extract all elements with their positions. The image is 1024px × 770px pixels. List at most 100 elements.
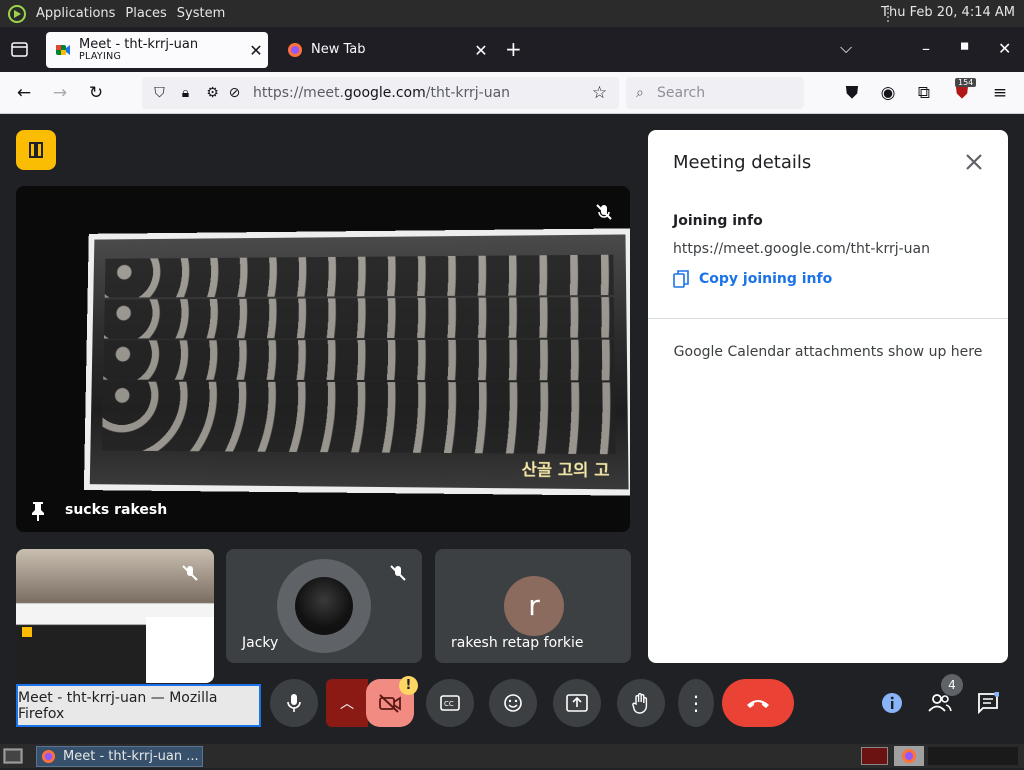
firefox-icon (41, 749, 56, 764)
photo-row (104, 297, 615, 339)
participant-name: sucks rakesh (65, 502, 168, 518)
chat-icon (978, 692, 999, 714)
mini-room-button (22, 627, 32, 637)
tab-list-icon[interactable] (11, 42, 28, 57)
tab-title: New Tab (311, 42, 366, 58)
more-vert-icon: ⋮ (686, 691, 706, 715)
workspace-empty[interactable] (928, 747, 1018, 765)
taskbar-window-firefox[interactable]: Meet - tht-krrj-uan ... (36, 746, 203, 767)
panel-title: Meeting details (673, 152, 812, 173)
meeting-details-button[interactable] (868, 679, 916, 727)
captions-button[interactable]: CC (426, 679, 474, 727)
gnome-logo-icon[interactable] (7, 4, 27, 24)
photo-row (101, 381, 616, 455)
camera-warning-badge: ! (399, 676, 418, 695)
participant-name: Jacky (242, 635, 279, 651)
firefox-icon (288, 43, 302, 57)
mic-off-icon (390, 565, 406, 581)
tab-bar: Meet - tht-krrj-uan PLAYING ✕ New Tab ✕ … (0, 27, 1024, 72)
people-count-badge: 4 (941, 674, 963, 696)
copy-joining-info-button[interactable]: Copy joining info (673, 270, 832, 288)
extension-badge: 154 (955, 78, 977, 87)
url-text[interactable]: https://meet.google.com/tht-krrj-uan (253, 85, 510, 101)
camera-off-icon (379, 694, 401, 713)
camera-options-button[interactable]: ︿ (326, 679, 368, 727)
mic-button[interactable] (270, 679, 318, 727)
chevron-down-icon[interactable]: ⌵ (840, 38, 852, 58)
extensions-icon[interactable]: ⧉ (912, 81, 936, 105)
tab-close-button[interactable]: ✕ (244, 41, 268, 60)
pocket-icon[interactable]: ⛊ (840, 81, 864, 105)
search-input[interactable]: ⌕ Search (626, 77, 804, 109)
emoji-button[interactable] (489, 679, 537, 727)
end-call-icon (747, 700, 769, 708)
show-desktop-icon[interactable] (3, 748, 23, 764)
more-options-button[interactable]: ⋮ (678, 679, 714, 727)
copy-icon (673, 270, 689, 288)
menu-system[interactable]: System (172, 6, 230, 21)
top-panel: Applications Places System Thu Feb 20, 4… (0, 0, 1024, 27)
close-icon[interactable] (962, 150, 986, 174)
shield-icon[interactable]: ⛉ (151, 85, 168, 102)
reload-button[interactable]: ↻ (84, 81, 108, 105)
account-icon[interactable]: ◉ (876, 81, 900, 105)
copy-label: Copy joining info (699, 271, 833, 287)
mic-icon (287, 694, 301, 712)
tab-new-tab[interactable]: New Tab ✕ (278, 32, 493, 68)
present-button[interactable] (553, 679, 601, 727)
chevron-up-icon: ︿ (340, 696, 354, 712)
shared-video-image: 산골 고의 고 (83, 228, 630, 496)
menu-places[interactable]: Places (120, 6, 171, 21)
screen-share-tile[interactable] (16, 549, 214, 683)
mic-off-icon (596, 204, 612, 220)
tab-close-button[interactable]: ✕ (469, 41, 493, 60)
workspace-indicator[interactable] (861, 747, 888, 765)
bookmark-star-icon[interactable]: ☆ (591, 85, 608, 102)
hand-icon (632, 693, 648, 714)
room-button[interactable] (16, 130, 56, 170)
joining-link: https://meet.google.com/tht-krrj-uan (673, 241, 931, 257)
avatar (277, 559, 371, 653)
workspace-switcher[interactable] (894, 746, 924, 766)
emoji-icon (504, 694, 522, 712)
raise-hand-button[interactable] (617, 679, 665, 727)
panel-clock[interactable]: Thu Feb 20, 4:14 AM (881, 5, 1015, 20)
present-screen-icon (566, 694, 588, 712)
main-video-tile[interactable]: 산골 고의 고 sucks rakesh (16, 186, 630, 532)
participant-name: rakesh retap forkie (451, 635, 584, 651)
pin-icon[interactable] (30, 500, 46, 522)
calendar-note: Google Calendar attachments show up here (673, 344, 983, 360)
firefox-icon (902, 749, 916, 763)
photo-row (103, 339, 615, 381)
back-button[interactable]: ← (12, 81, 36, 105)
camera-blocked-icon[interactable]: ⊘ (226, 85, 243, 102)
bottom-taskbar: Meet - tht-krrj-uan ... (0, 744, 1024, 768)
minimize-button[interactable]: – (922, 39, 930, 58)
close-window-button[interactable]: ✕ (998, 39, 1011, 58)
forward-button[interactable]: → (48, 81, 72, 105)
menu-icon[interactable]: ≡ (988, 81, 1012, 105)
svg-text:CC: CC (444, 700, 454, 708)
participant-tile-rakesh[interactable]: r rakesh retap forkie (435, 549, 631, 663)
permissions-icon[interactable]: ⚙ (204, 85, 221, 102)
captions-icon: CC (440, 695, 460, 711)
divider (648, 318, 1008, 319)
mic-off-icon (182, 565, 198, 581)
tab-title: Meet - tht-krrj-uan (79, 37, 199, 53)
chat-button[interactable] (964, 679, 1012, 727)
window-tooltip: Meet - tht-krrj-uan — Mozilla Firefox (16, 684, 261, 727)
info-icon (882, 693, 902, 713)
url-bar[interactable]: ⛉ 🔒︎ ⚙ ⊘ https://meet.google.com/tht-krr… (142, 77, 619, 109)
search-icon: ⌕ (636, 85, 644, 101)
leave-call-button[interactable] (722, 679, 794, 727)
menu-applications[interactable]: Applications (31, 6, 120, 21)
lock-icon[interactable]: 🔒︎ (177, 85, 194, 102)
avatar-photo (295, 577, 353, 635)
meet-content: 산골 고의 고 sucks rakesh Jacky r rakesh reta… (0, 114, 1024, 744)
search-placeholder: Search (657, 85, 706, 101)
meeting-details-panel: Meeting details Joining info https://mee… (648, 130, 1008, 663)
tab-meet[interactable]: Meet - tht-krrj-uan PLAYING ✕ (46, 32, 268, 68)
participant-tile-jacky[interactable]: Jacky (226, 549, 422, 663)
maximize-button[interactable]: ◼ (960, 39, 969, 52)
new-tab-button[interactable]: + (505, 37, 522, 61)
